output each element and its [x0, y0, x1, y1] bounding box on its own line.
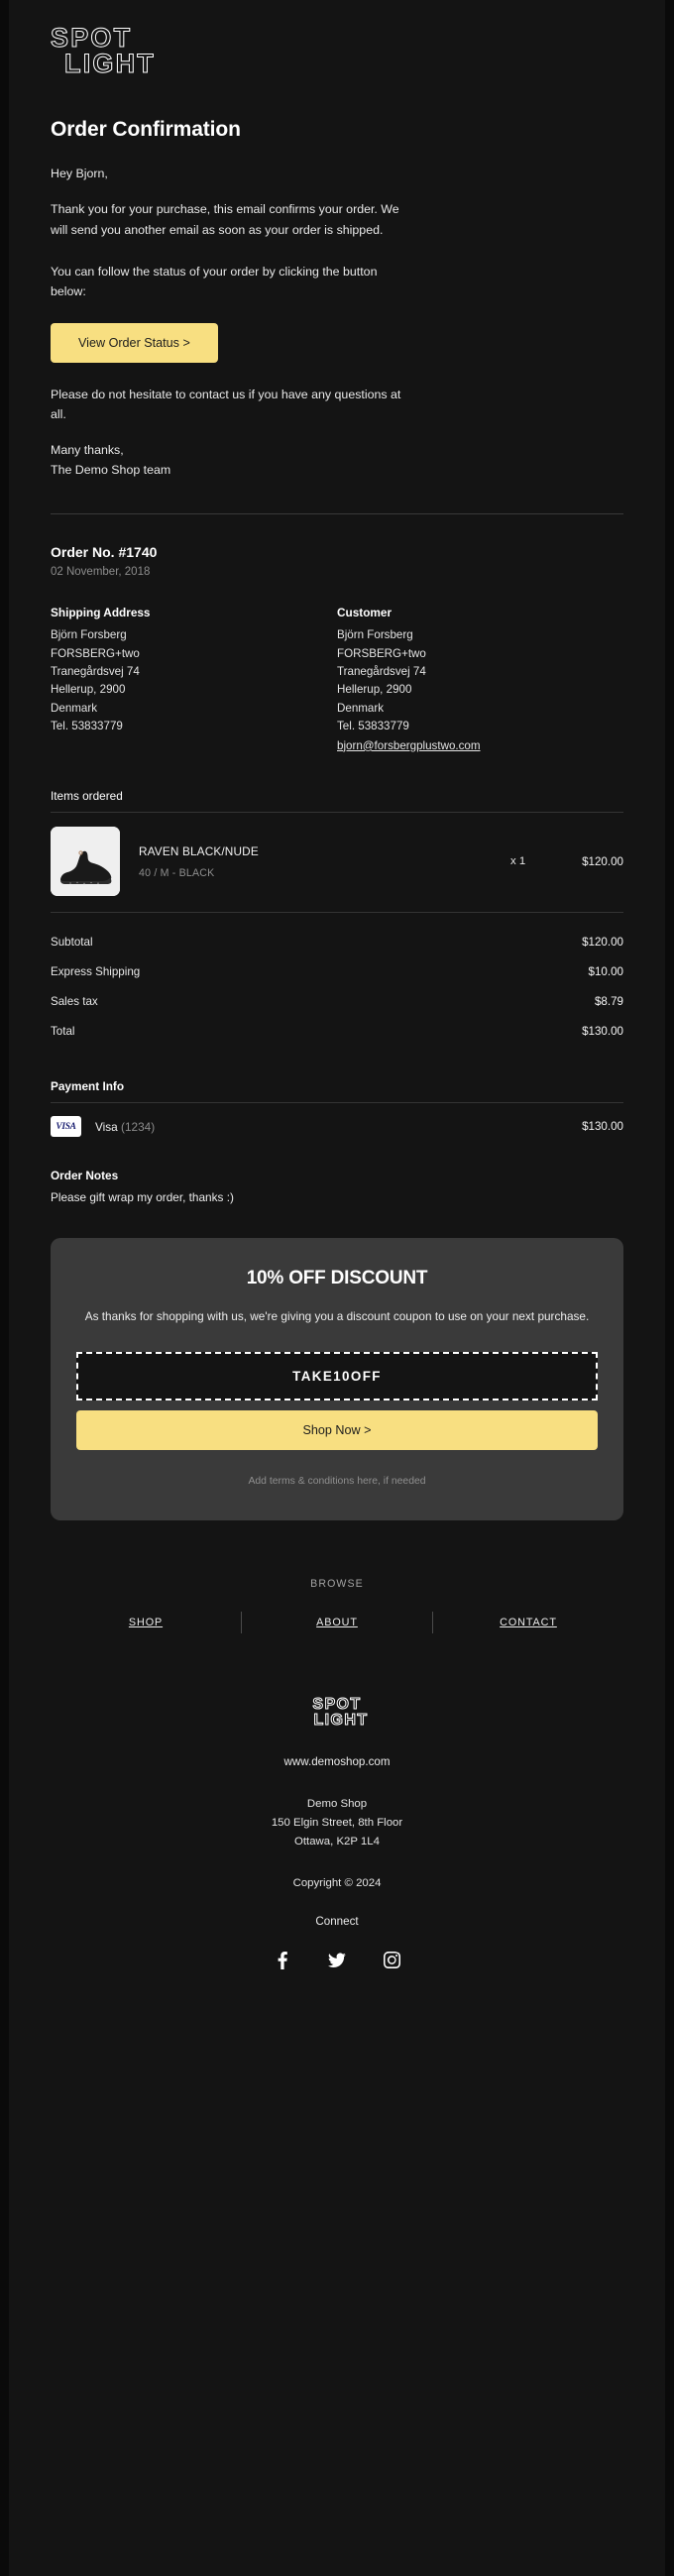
page-title: Order Confirmation — [51, 118, 241, 142]
greeting-text: Hey Bjorn, — [51, 167, 108, 181]
discount-promo-card: 10% OFF DISCOUNT As thanks for shopping … — [51, 1238, 623, 1521]
signoff: Many thanks, The Demo Shop team — [51, 440, 402, 480]
social-links — [51, 1951, 623, 1969]
total-row: Subtotal $120.00 — [51, 927, 623, 956]
twitter-icon[interactable] — [328, 1952, 346, 1969]
total-row: Sales tax $8.79 — [51, 986, 623, 1016]
shop-address-line-2: Ottawa, K2P 1L4 — [294, 1835, 380, 1848]
payment-row: VISA Visa (1234) $130.00 — [51, 1103, 623, 1138]
card-last4: (1234) — [121, 1119, 156, 1134]
footer-link-contact[interactable]: CONTACT — [433, 1617, 623, 1628]
items-ordered-heading: Items ordered — [51, 789, 123, 804]
total-value: $8.79 — [594, 994, 623, 1008]
section-divider — [51, 513, 623, 515]
website-link[interactable]: www.demoshop.com — [284, 1755, 391, 1768]
order-notes-heading: Order Notes — [51, 1169, 119, 1183]
connect-label: Connect — [315, 1914, 359, 1928]
coupon-code[interactable]: TAKE10OFF — [76, 1352, 598, 1401]
address-grid: Shipping Address Björn Forsberg FORSBERG… — [51, 606, 623, 755]
intro-paragraph-1: Thank you for your purchase, this email … — [51, 202, 399, 237]
email-body: SPOT LIGHT Order Confirmation Hey Bjorn,… — [0, 0, 674, 2576]
instagram-icon[interactable] — [383, 1952, 400, 1969]
order-number: Order No. #1740 — [51, 544, 158, 561]
footer-link-shop[interactable]: SHOP — [51, 1617, 241, 1628]
product-variant: 40 / M - BLACK — [139, 866, 215, 879]
address-line: FORSBERG+two — [337, 646, 426, 660]
logo-line-2: LIGHT — [64, 49, 156, 79]
customer-column: Customer Björn Forsberg FORSBERG+two Tra… — [337, 606, 623, 755]
product-price: $120.00 — [582, 854, 623, 868]
logo-text: SPOT LIGHT — [50, 24, 623, 79]
customer-heading: Customer — [337, 606, 393, 620]
address-line: Tel. 53833779 — [337, 720, 409, 733]
order-notes-text: Please gift wrap my order, thanks :) — [51, 1190, 234, 1205]
shipping-address-heading: Shipping Address — [51, 606, 151, 620]
address-line: Tel. 53833779 — [51, 720, 123, 733]
address-line: Tranegårdsvej 74 — [51, 665, 140, 679]
shop-address-line-1: 150 Elgin Street, 8th Floor — [271, 1817, 403, 1830]
signoff-line-2: The Demo Shop team — [51, 463, 171, 478]
card-brand: Visa — [95, 1119, 118, 1134]
address-line: Tranegårdsvej 74 — [337, 665, 426, 679]
footer-brand-logo: SPOT LIGHT — [51, 1696, 623, 1729]
address-line: Denmark — [51, 701, 98, 715]
payment-amount: $130.00 — [582, 1120, 623, 1134]
promo-subtitle: As thanks for shopping with us, we're gi… — [84, 1309, 590, 1324]
shipping-address-column: Shipping Address Björn Forsberg FORSBERG… — [51, 606, 337, 755]
product-name: RAVEN BLACK/NUDE — [139, 843, 259, 858]
promo-terms: Add terms & conditions here, if needed — [248, 1476, 426, 1488]
view-order-status-button[interactable]: View Order Status > — [51, 322, 218, 363]
address-line: Björn Forsberg — [337, 628, 413, 642]
browse-label: BROWSE — [310, 1578, 364, 1591]
order-date: 02 November, 2018 — [51, 566, 151, 579]
total-label: Sales tax — [51, 994, 98, 1008]
total-row: Total $130.00 — [51, 1016, 623, 1046]
customer-email-link[interactable]: bjorn@forsbergplustwo.com — [337, 737, 481, 755]
shop-name: Demo Shop — [306, 1798, 368, 1811]
signoff-line-1: Many thanks, — [51, 443, 124, 458]
total-label: Express Shipping — [51, 964, 141, 978]
total-value: $130.00 — [582, 1024, 623, 1038]
promo-title: 10% OFF DISCOUNT — [246, 1268, 428, 1289]
visa-card-icon: VISA — [51, 1116, 81, 1138]
footer-logo-text: SPOT LIGHT — [51, 1696, 623, 1729]
product-quantity: x 1 — [510, 855, 526, 868]
shop-address: Demo Shop 150 Elgin Street, 8th Floor Ot… — [51, 1795, 623, 1850]
address-line: Hellerup, 2900 — [51, 683, 126, 697]
product-thumbnail — [51, 827, 120, 897]
brand-logo: SPOT LIGHT — [50, 0, 623, 84]
address-line: Björn Forsberg — [51, 628, 127, 642]
total-value: $10.00 — [588, 964, 623, 978]
totals-divider — [51, 912, 623, 914]
order-totals: Subtotal $120.00 Express Shipping $10.00… — [51, 927, 623, 1046]
address-line: Hellerup, 2900 — [337, 683, 412, 697]
copyright-text: Copyright © 2024 — [292, 1876, 382, 1889]
intro-paragraph-3: Please do not hesitate to contact us if … — [51, 387, 401, 421]
total-label: Total — [51, 1024, 75, 1038]
payment-info-heading: Payment Info — [51, 1079, 125, 1094]
footer-nav: SHOP ABOUT CONTACT — [51, 1612, 623, 1634]
footer: BROWSE SHOP ABOUT CONTACT SPOT LIGHT www… — [51, 1520, 623, 1969]
address-line: Denmark — [337, 701, 385, 715]
intro-paragraph-2: You can follow the status of your order … — [51, 264, 378, 298]
footer-link-about[interactable]: ABOUT — [242, 1617, 432, 1628]
payment-method: Visa (1234) — [81, 1120, 582, 1134]
table-row: RAVEN BLACK/NUDE 40 / M - BLACK x 1 $120… — [51, 813, 623, 912]
shop-now-button[interactable]: Shop Now > — [76, 1410, 598, 1451]
footer-logo-line-2: LIGHT — [313, 1711, 369, 1729]
total-value: $120.00 — [582, 935, 623, 949]
footer-logo-line-1: SPOT — [312, 1696, 362, 1714]
total-row: Express Shipping $10.00 — [51, 956, 623, 986]
product-info: RAVEN BLACK/NUDE 40 / M - BLACK — [120, 844, 510, 879]
facebook-icon[interactable] — [274, 1951, 291, 1969]
address-line: FORSBERG+two — [51, 646, 140, 660]
visa-logo-text: VISA — [56, 1121, 76, 1132]
total-label: Subtotal — [51, 935, 93, 949]
